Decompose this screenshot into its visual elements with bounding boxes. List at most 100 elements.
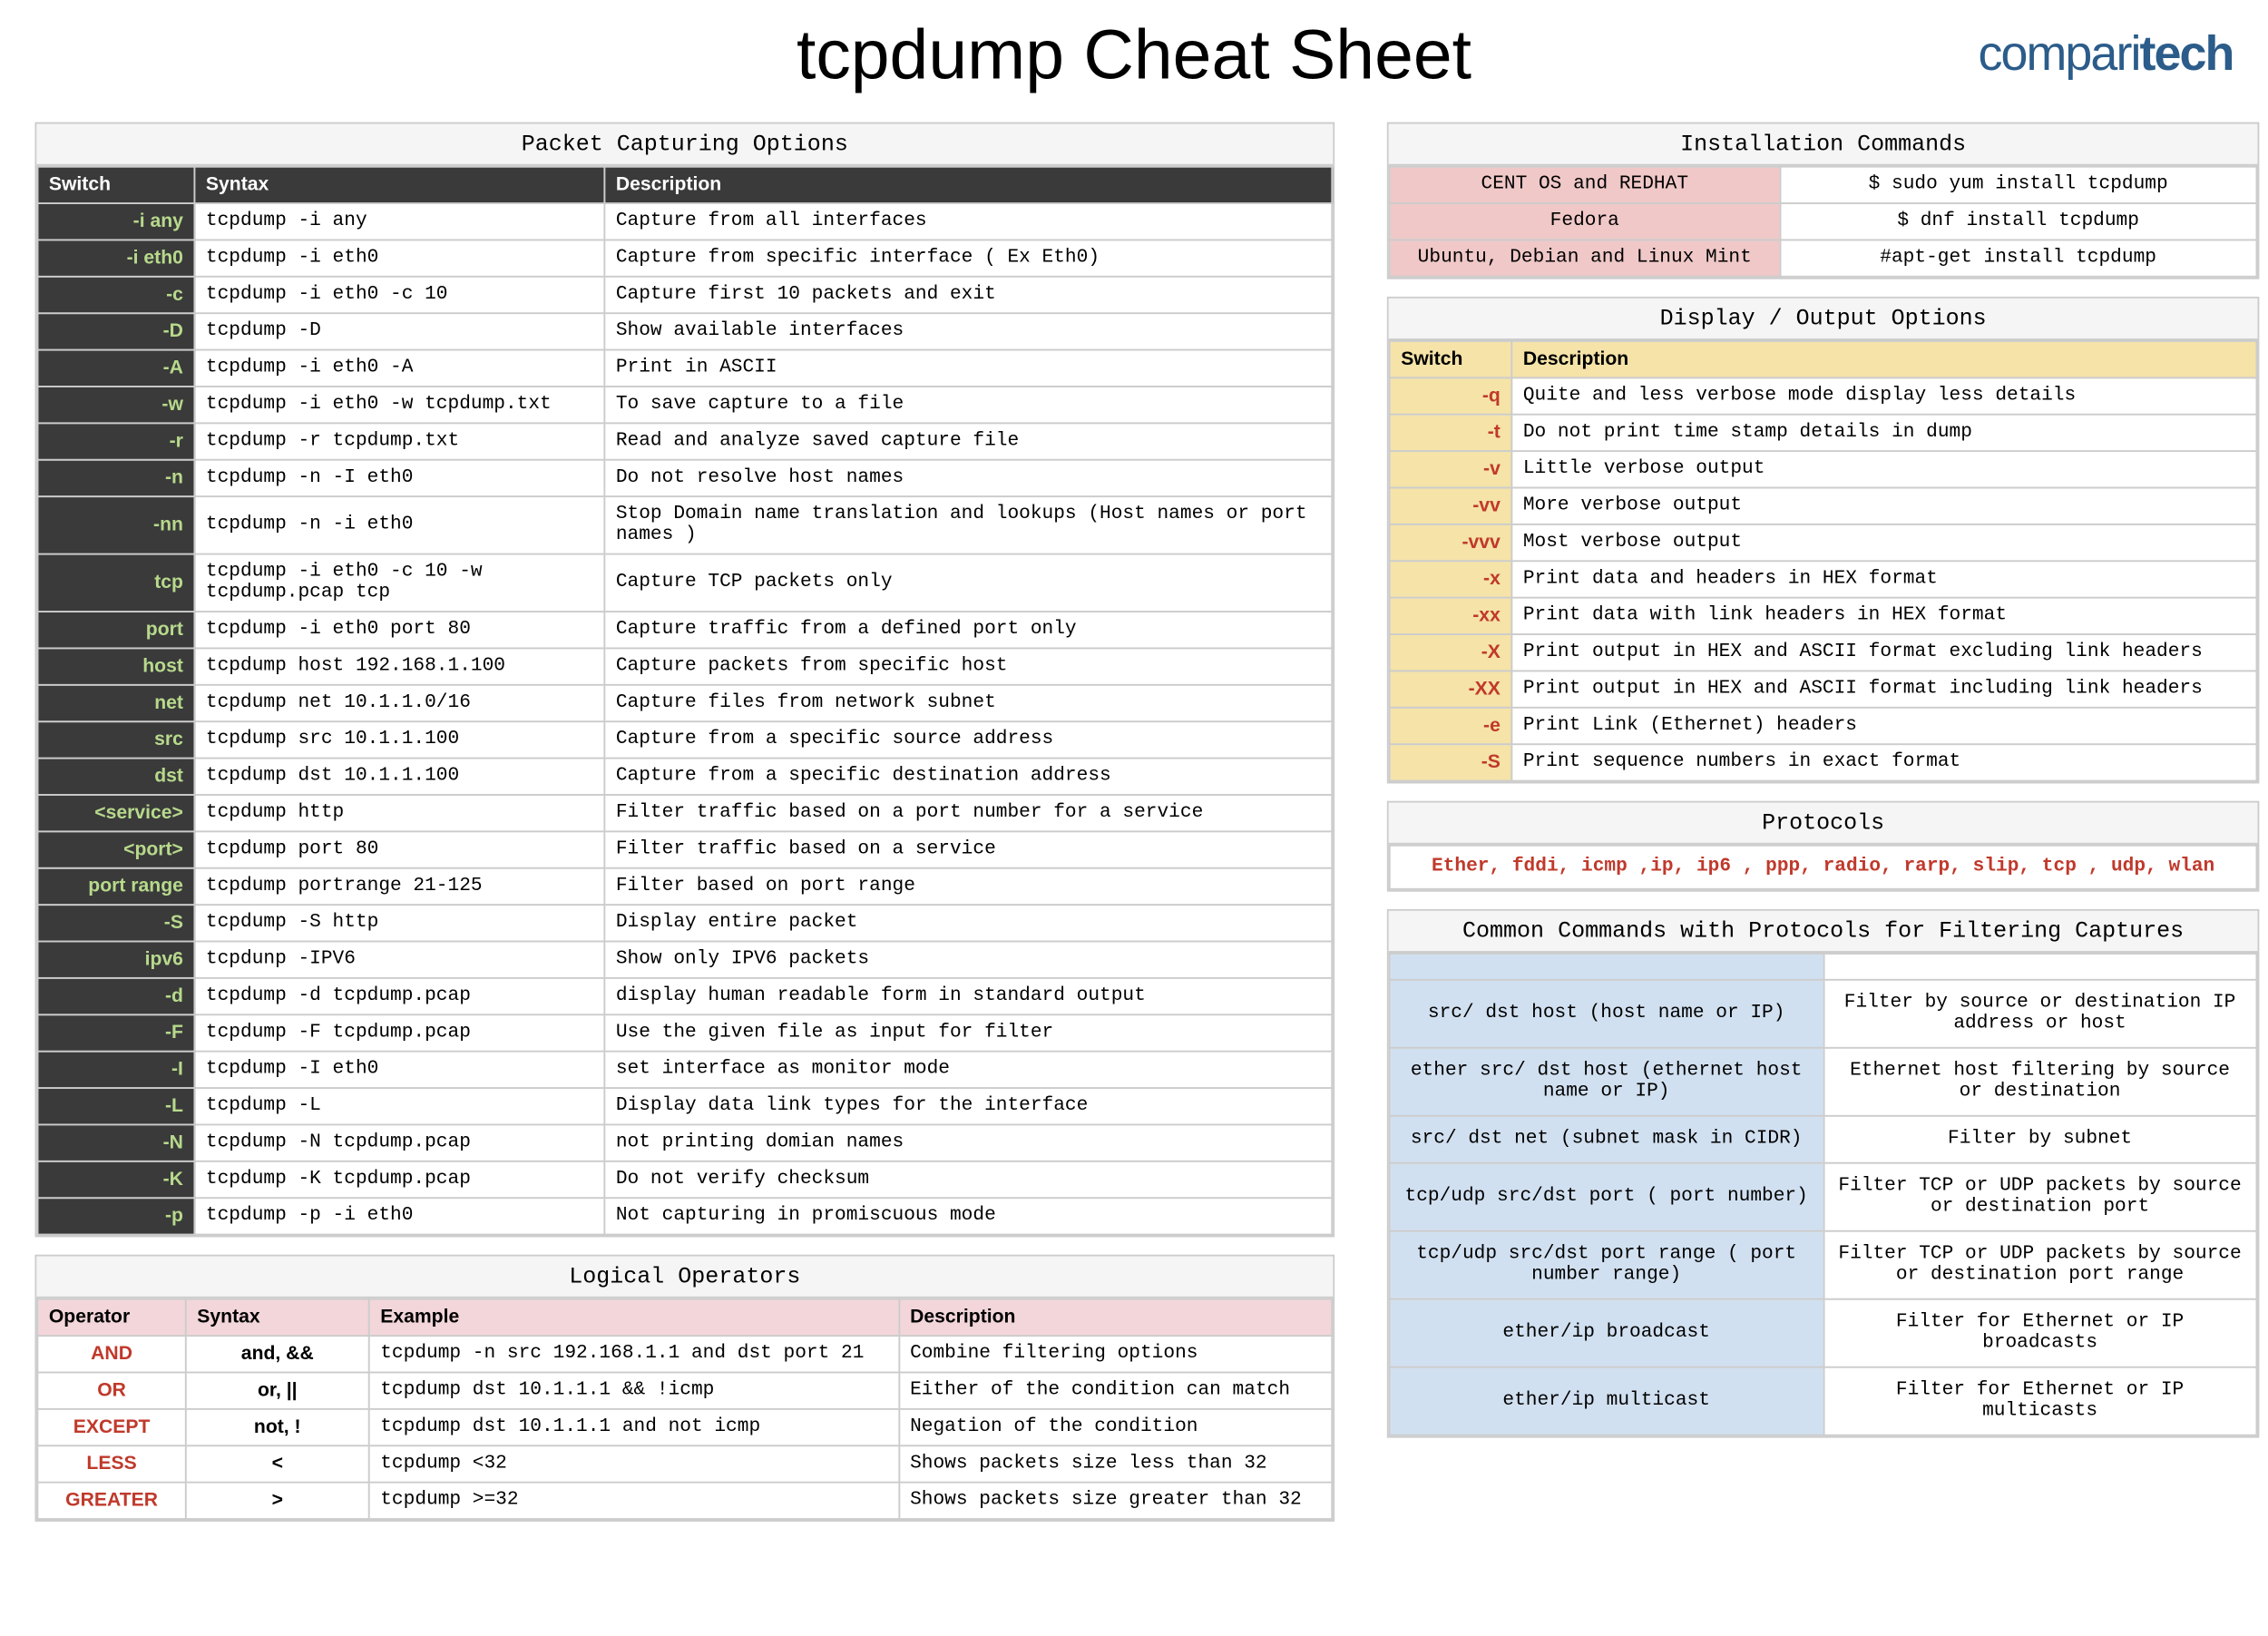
- desc-cell: Do not print time stamp details in dump: [1511, 415, 2256, 451]
- syntax-cell: tcpdump -p -i eth0: [194, 1198, 604, 1234]
- syntax-cell: and, &&: [186, 1336, 369, 1372]
- switch-cell: -vv: [1390, 488, 1512, 524]
- os-cell: CENT OS and REDHAT: [1390, 167, 1780, 203]
- cmd-cell: $ dnf install tcpdump: [1780, 203, 2257, 240]
- table-row: -vvvMost verbose output: [1390, 524, 2257, 561]
- operator-cell: OR: [37, 1373, 185, 1409]
- table-row: -dtcpdump -d tcpdump.pcapdisplay human r…: [37, 978, 1332, 1014]
- syntax-cell: tcpdump -D: [194, 313, 604, 349]
- section-title: Installation Commands: [1389, 124, 2258, 166]
- table-row: CENT OS and REDHAT$ sudo yum install tcp…: [1390, 167, 2257, 203]
- syntax-cell: tcpdump -n -i eth0: [194, 496, 604, 553]
- inst-table: CENT OS and REDHAT$ sudo yum install tcp…: [1389, 166, 2258, 278]
- disp-table: Switch Description -qQuite and less verb…: [1389, 340, 2258, 782]
- example-cell: tcpdump dst 10.1.1.1 and not icmp: [369, 1409, 899, 1445]
- col-syntax: Syntax: [186, 1299, 369, 1336]
- desc-cell: Capture traffic from a defined port only: [604, 612, 1332, 648]
- table-row: -tDo not print time stamp details in dum…: [1390, 415, 2257, 451]
- desc-cell: Capture files from network subnet: [604, 685, 1332, 721]
- table-row: ipv6tcpdunp -IPV6Show only IPV6 packets: [37, 942, 1332, 978]
- table-row: tcp/udp src/dst port ( port number)Filte…: [1390, 1163, 2257, 1231]
- table-row: -vvMore verbose output: [1390, 488, 2257, 524]
- table-row: -xxPrint data with link headers in HEX f…: [1390, 598, 2257, 634]
- pattern-cell: ether src/ dst host (ethernet host name …: [1390, 1048, 1823, 1116]
- desc-cell: Filter for Ethernet or IP multicasts: [1823, 1367, 2257, 1435]
- cmd-cell: $ sudo yum install tcpdump: [1780, 167, 2257, 203]
- table-row: -wtcpdump -i eth0 -w tcpdump.txtTo save …: [37, 387, 1332, 423]
- desc-cell: display human readable form in standard …: [604, 978, 1332, 1014]
- col-example: Example: [369, 1299, 899, 1336]
- pattern-cell: src/ dst net (subnet mask in CIDR): [1390, 1116, 1823, 1163]
- table-row: -Ltcpdump -LDisplay data link types for …: [37, 1088, 1332, 1124]
- desc-cell: Most verbose output: [1511, 524, 2256, 561]
- syntax-cell: tcpdump -r tcpdump.txt: [194, 423, 604, 459]
- desc-cell: Show available interfaces: [604, 313, 1332, 349]
- desc-cell: Display entire packet: [604, 905, 1332, 941]
- syntax-cell: tcpdump portrange 21-125: [194, 868, 604, 905]
- desc-cell: Print Link (Ethernet) headers: [1511, 708, 2256, 744]
- desc-cell: Filter TCP or UDP packets by source or d…: [1823, 1163, 2257, 1231]
- desc-cell: To save capture to a file: [604, 387, 1332, 423]
- switch-cell: ipv6: [37, 942, 194, 978]
- table-row: -vLittle verbose output: [1390, 451, 2257, 487]
- brand-part2: tech: [2140, 26, 2234, 81]
- switch-cell: -N: [37, 1124, 194, 1161]
- switch-cell: -vvv: [1390, 524, 1512, 561]
- syntax-cell: tcpdump port 80: [194, 831, 604, 867]
- table-row: -Ntcpdump -N tcpdump.pcapnot printing do…: [37, 1124, 1332, 1161]
- desc-cell: Capture first 10 packets and exit: [604, 277, 1332, 313]
- example-cell: tcpdump dst 10.1.1.1 && !icmp: [369, 1373, 899, 1409]
- desc-cell: Filter based on port range: [604, 868, 1332, 905]
- section-title: Packet Capturing Options: [36, 124, 1333, 166]
- section-title: Logical Operators: [36, 1257, 1333, 1298]
- desc-cell: Use the given file as input for filter: [604, 1014, 1332, 1051]
- table-row: src/ dst host (host name or IP)Filter by…: [1390, 980, 2257, 1048]
- desc-cell: Read and analyze saved capture file: [604, 423, 1332, 459]
- switch-cell: dst: [37, 759, 194, 795]
- desc-cell: Capture from all interfaces: [604, 203, 1332, 240]
- switch-cell: src: [37, 721, 194, 758]
- desc-cell: Filter by subnet: [1823, 1116, 2257, 1163]
- desc-cell: Combine filtering options: [899, 1336, 1333, 1372]
- desc-cell: set interface as monitor mode: [604, 1052, 1332, 1088]
- switch-cell: -K: [37, 1161, 194, 1198]
- desc-cell: Negation of the condition: [899, 1409, 1333, 1445]
- switch-cell: -r: [37, 423, 194, 459]
- table-row: Fedora$ dnf install tcpdump: [1390, 203, 2257, 240]
- packet-capturing-options: Packet Capturing Options Switch Syntax D…: [34, 122, 1334, 1238]
- switch-cell: port: [37, 612, 194, 648]
- desc-cell: Capture from specific interface ( Ex Eth…: [604, 240, 1332, 276]
- switch-cell: -L: [37, 1088, 194, 1124]
- cmd-cell: #apt-get install tcpdump: [1780, 240, 2257, 276]
- desc-cell: Do not resolve host names: [604, 460, 1332, 496]
- table-row: -SPrint sequence numbers in exact format: [1390, 744, 2257, 780]
- brand-logo: comparitech: [1978, 26, 2233, 83]
- desc-cell: Capture packets from specific host: [604, 648, 1332, 684]
- switch-cell: -nn: [37, 496, 194, 553]
- syntax-cell: <: [186, 1445, 369, 1482]
- syntax-cell: tcpdump -d tcpdump.pcap: [194, 978, 604, 1014]
- example-cell: tcpdump -n src 192.168.1.1 and dst port …: [369, 1336, 899, 1372]
- switch-cell: host: [37, 648, 194, 684]
- desc-cell: Quite and less verbose mode display less…: [1511, 377, 2256, 414]
- syntax-cell: tcpdump http: [194, 795, 604, 831]
- section-title: Common Commands with Protocols for Filte…: [1389, 911, 2258, 953]
- desc-cell: Capture TCP packets only: [604, 554, 1332, 612]
- common-table: src/ dst host (host name or IP)Filter by…: [1389, 953, 2258, 1436]
- desc-cell: Capture from a specific destination addr…: [604, 759, 1332, 795]
- table-row: -i eth0tcpdump -i eth0Capture from speci…: [37, 240, 1332, 276]
- proto-table: Ether, fddi, icmp ,ip, ip6 , ppp, radio,…: [1389, 845, 2258, 890]
- syntax-cell: tcpdump -i eth0: [194, 240, 604, 276]
- col-operator: Operator: [37, 1299, 185, 1336]
- syntax-cell: not, !: [186, 1409, 369, 1445]
- desc-cell: Print data with link headers in HEX form…: [1511, 598, 2256, 634]
- desc-cell: not printing domian names: [604, 1124, 1332, 1161]
- table-header-row: Operator Syntax Example Description: [37, 1299, 1332, 1336]
- syntax-cell: tcpdump -S http: [194, 905, 604, 941]
- syntax-cell: tcpdump dst 10.1.1.100: [194, 759, 604, 795]
- table-row: src/ dst net (subnet mask in CIDR)Filter…: [1390, 1116, 2257, 1163]
- switch-cell: tcp: [37, 554, 194, 612]
- table-row: -Dtcpdump -DShow available interfaces: [37, 313, 1332, 349]
- protocols: Protocols Ether, fddi, icmp ,ip, ip6 , p…: [1387, 801, 2260, 892]
- table-row: ORor, ||tcpdump dst 10.1.1.1 && !icmpEit…: [37, 1373, 1332, 1409]
